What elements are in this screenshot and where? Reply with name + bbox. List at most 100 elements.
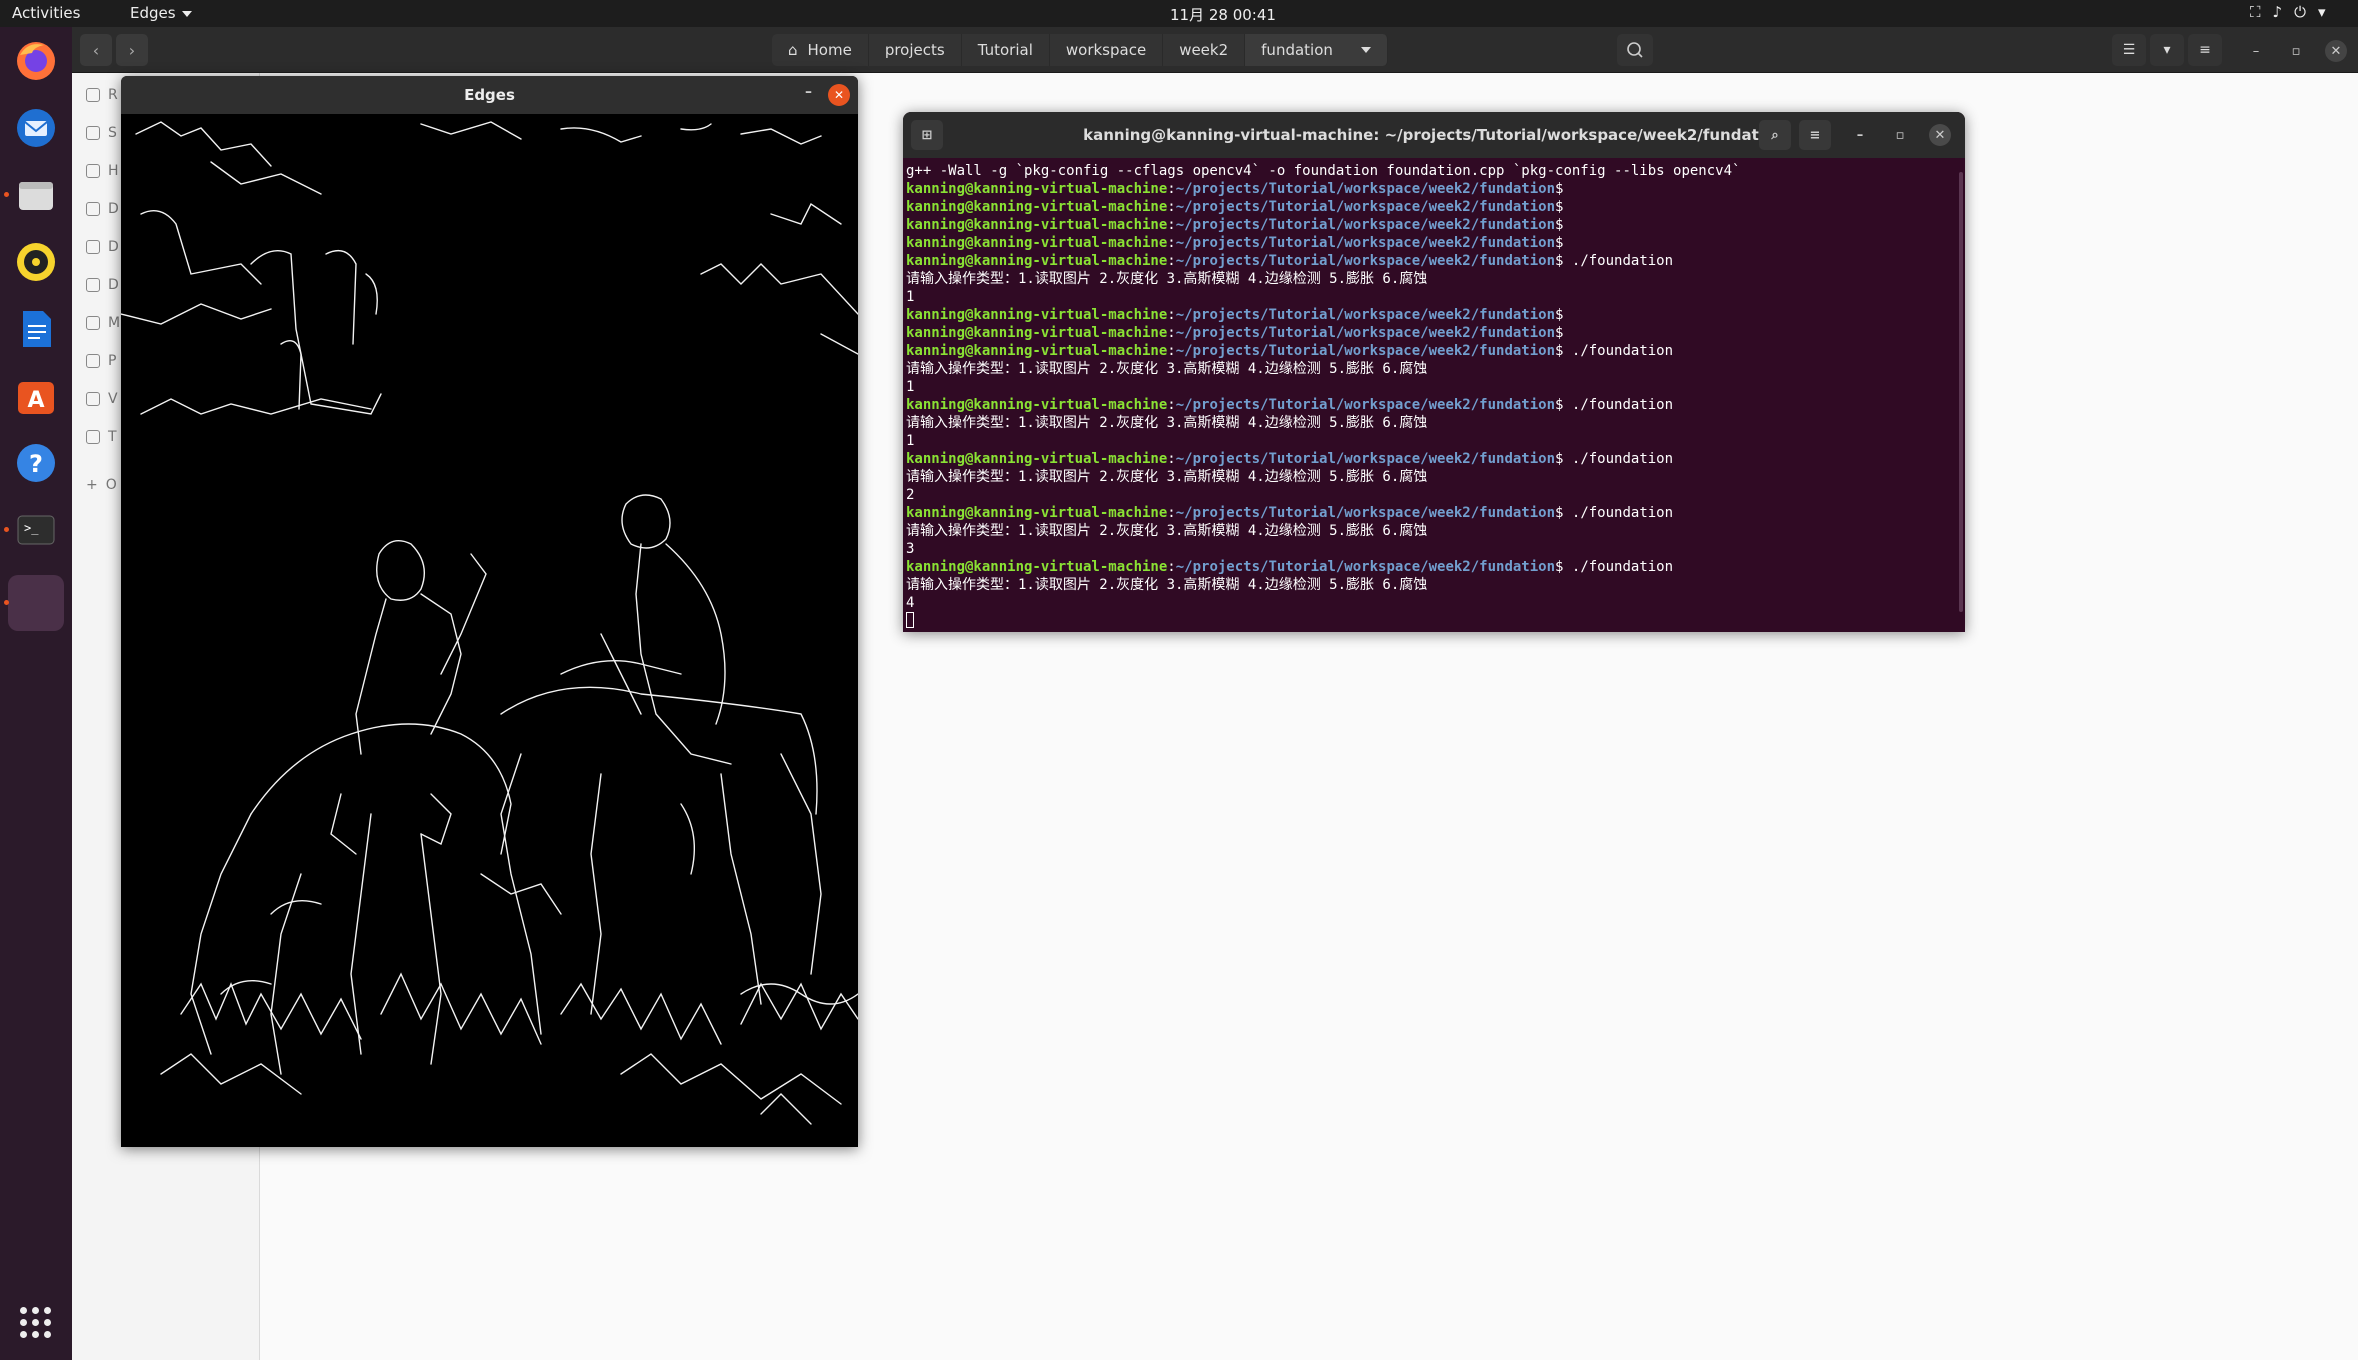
system-tray[interactable]: ⛶ ♪ ⏻ ▾ <box>2250 3 2326 21</box>
prompt-command: $ ./foundation <box>1555 253 1674 269</box>
files-headerbar: ‹ › ⌂ Home projects Tutorial workspace we… <box>72 27 2358 73</box>
terminal-scrollbar[interactable] <box>1959 172 1963 612</box>
sidebar-item-label: H <box>108 163 119 179</box>
star-icon <box>86 126 100 140</box>
sidebar-item-music[interactable]: M <box>86 311 120 335</box>
breadcrumb-tutorial[interactable]: Tutorial <box>961 34 1050 66</box>
breadcrumb-projects[interactable]: projects <box>868 34 962 66</box>
prompt-command: $ <box>1555 217 1564 233</box>
terminal-line: kanning@kanning-virtual-machine:~/projec… <box>906 396 1962 414</box>
prompt-user: kanning@kanning-virtual-machine <box>906 343 1168 359</box>
sidebar-item-trash[interactable]: T <box>86 425 117 449</box>
terminal-titlebar[interactable]: ⊞ kanning@kanning-virtual-machine: ~/pro… <box>903 112 1965 158</box>
chevron-down-icon: ▾ <box>2317 3 2326 21</box>
dock-help[interactable]: ? <box>8 435 64 491</box>
prompt-path: ~/projects/Tutorial/workspace/week2/fund… <box>1175 253 1556 269</box>
terminal-line: kanning@kanning-virtual-machine:~/projec… <box>906 198 1962 216</box>
sidebar-item-label: D <box>108 277 119 293</box>
menu-button[interactable]: ≡ <box>2188 34 2222 66</box>
sidebar-item-desktop[interactable]: D <box>86 197 119 221</box>
clock[interactable]: 11月 28 00:41 <box>1170 4 1276 25</box>
sidebar-item-label: P <box>108 353 117 369</box>
plus-icon: + <box>86 477 98 493</box>
sidebar-item-recent[interactable]: R <box>86 83 118 107</box>
sidebar-item-label: D <box>108 239 119 255</box>
breadcrumb-workspace[interactable]: workspace <box>1049 34 1164 66</box>
minimize-icon: – <box>1856 127 1864 143</box>
dock-firefox[interactable] <box>8 33 64 89</box>
minimize-icon: – <box>2252 43 2260 59</box>
app-menu[interactable]: Edges <box>130 4 192 22</box>
prompt-command: $ ./foundation <box>1555 397 1674 413</box>
video-icon <box>86 392 100 406</box>
dock: A ? >_ <box>0 27 72 1360</box>
dock-software[interactable]: A <box>8 368 64 424</box>
sidebar-item-other-locations[interactable]: + O <box>86 473 117 497</box>
edges-titlebar[interactable]: Edges – ✕ <box>121 76 858 114</box>
sidebar-item-documents[interactable]: D <box>86 235 119 259</box>
show-applications-icon[interactable] <box>20 1307 52 1339</box>
running-indicator <box>4 600 9 605</box>
minimize-button[interactable]: – <box>2245 40 2267 62</box>
close-button[interactable]: ✕ <box>1929 124 1951 146</box>
breadcrumb-home[interactable]: ⌂ Home <box>772 34 869 66</box>
terminal-line: kanning@kanning-virtual-machine:~/projec… <box>906 216 1962 234</box>
prompt-user: kanning@kanning-virtual-machine <box>906 559 1168 575</box>
chevron-down-icon: ▾ <box>2163 42 2171 58</box>
new-tab-button[interactable]: ⊞ <box>911 120 943 150</box>
view-options-button[interactable]: ▾ <box>2150 34 2184 66</box>
edges-window: Edges – ✕ <box>121 76 858 1147</box>
prompt-command: $ <box>1555 307 1564 323</box>
sidebar-item-label: M <box>108 315 121 331</box>
activities-button[interactable]: Activities <box>12 4 80 22</box>
minimize-button[interactable]: – <box>805 84 812 100</box>
back-button[interactable]: ‹ <box>80 34 112 66</box>
sidebar-item-videos[interactable]: V <box>86 387 118 411</box>
terminal-input-line[interactable] <box>906 612 1962 630</box>
close-button[interactable]: ✕ <box>2325 40 2347 62</box>
forward-button[interactable]: › <box>116 34 148 66</box>
sidebar-item-label: S <box>108 125 117 141</box>
dock-files[interactable] <box>4 167 64 223</box>
search-icon <box>1627 42 1643 58</box>
breadcrumb-label: Home <box>807 41 852 59</box>
dock-terminal[interactable]: >_ <box>4 502 64 558</box>
prompt-path: ~/projects/Tutorial/workspace/week2/fund… <box>1175 235 1556 251</box>
sidebar-item-home[interactable]: H <box>86 159 119 183</box>
dock-thunderbird[interactable] <box>8 100 64 156</box>
dock-rhythmbox[interactable] <box>8 234 64 290</box>
hamburger-icon: ≡ <box>1809 127 1821 143</box>
list-view-button[interactable]: ☰ <box>2112 34 2146 66</box>
terminal-menu-button[interactable]: ≡ <box>1799 120 1831 150</box>
maximize-button[interactable]: ▫ <box>1889 124 1911 146</box>
rhythmbox-icon <box>17 243 55 281</box>
writer-icon <box>23 311 51 347</box>
prompt-command: $ ./foundation <box>1555 505 1674 521</box>
search-button[interactable] <box>1617 34 1653 66</box>
prompt-separator: : <box>1167 397 1176 413</box>
close-button[interactable]: ✕ <box>828 84 850 106</box>
prompt-command: $ ./foundation <box>1555 559 1674 575</box>
svg-text:?: ? <box>29 450 43 478</box>
terminal-search-button[interactable]: ⌕ <box>1759 120 1791 150</box>
running-indicator <box>4 527 9 532</box>
prompt-separator: : <box>1167 343 1176 359</box>
prompt-separator: : <box>1167 505 1176 521</box>
prompt-user: kanning@kanning-virtual-machine <box>906 199 1168 215</box>
sidebar-item-pictures[interactable]: P <box>86 349 116 373</box>
prompt-command: $ <box>1555 235 1564 251</box>
dock-writer[interactable] <box>8 301 64 357</box>
breadcrumb-fundation[interactable]: fundation <box>1245 34 1388 66</box>
terminal-output[interactable]: g++ -Wall -g `pkg-config --cflags opencv… <box>903 158 1965 632</box>
prompt-separator: : <box>1167 253 1176 269</box>
maximize-button[interactable]: ▫ <box>2285 40 2307 62</box>
app-menu-label: Edges <box>130 4 176 22</box>
maximize-icon: ▫ <box>2291 43 2301 59</box>
sidebar-item-starred[interactable]: S <box>86 121 117 145</box>
minimize-button[interactable]: – <box>1849 124 1871 146</box>
prompt-command: $ ./foundation <box>1555 343 1674 359</box>
prompt-path: ~/projects/Tutorial/workspace/week2/fund… <box>1175 181 1556 197</box>
dock-edges-window[interactable] <box>4 575 64 631</box>
breadcrumb-week2[interactable]: week2 <box>1163 34 1246 66</box>
sidebar-item-downloads[interactable]: D <box>86 273 119 297</box>
